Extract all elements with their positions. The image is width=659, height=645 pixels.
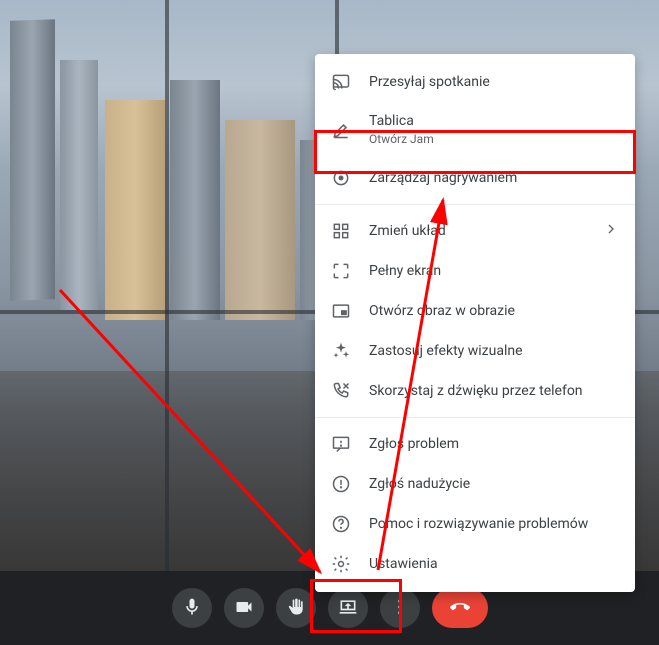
- menu-item-label: Zgłoś nadużycie: [369, 475, 619, 493]
- menu-item-label: Przesyłaj spotkanie: [369, 73, 619, 91]
- menu-item-label: Pełny ekran: [369, 262, 619, 280]
- menu-item-label: Skorzystaj z dźwięku przez telefon: [369, 382, 619, 400]
- gear-icon: [331, 554, 351, 574]
- menu-item-effects[interactable]: Zastosuj efekty wizualne: [315, 331, 635, 371]
- menu-item-layout[interactable]: Zmień układ: [315, 211, 635, 251]
- menu-item-label: Zgłoś problem: [369, 435, 619, 453]
- menu-item-recording[interactable]: Zarządzaj nagrywaniem: [315, 158, 635, 198]
- menu-item-help[interactable]: Pomoc i rozwiązywanie problemów: [315, 504, 635, 544]
- sparkle-icon: [331, 341, 351, 361]
- menu-item-sublabel: Otwórz Jam: [369, 132, 619, 148]
- pip-icon: [331, 301, 351, 321]
- menu-item-label: Otwórz obraz w obrazie: [369, 302, 619, 320]
- menu-item-label: Zarządzaj nagrywaniem: [369, 169, 619, 187]
- menu-item-label: Ustawienia: [369, 555, 619, 573]
- fullscreen-icon: [331, 261, 351, 281]
- phone-audio-icon: [331, 381, 351, 401]
- menu-item-settings[interactable]: Ustawienia: [315, 544, 635, 584]
- end-call-button[interactable]: [432, 588, 488, 628]
- layout-icon: [331, 221, 351, 241]
- menu-separator: [315, 204, 635, 205]
- alert-icon: [331, 474, 351, 494]
- more-options-button[interactable]: [380, 588, 420, 628]
- menu-item-label: Zastosuj efekty wizualne: [369, 342, 619, 360]
- end-call-icon: [450, 597, 470, 620]
- raise-hand-button[interactable]: [276, 588, 316, 628]
- feedback-icon: [331, 434, 351, 454]
- cast-icon: [331, 72, 351, 92]
- more-options-menu: Przesyłaj spotkanie Tablica Otwórz Jam Z…: [315, 54, 635, 592]
- pen-icon: [331, 120, 351, 140]
- menu-item-cast[interactable]: Przesyłaj spotkanie: [315, 62, 635, 102]
- menu-item-report-problem[interactable]: Zgłoś problem: [315, 424, 635, 464]
- menu-item-whiteboard[interactable]: Tablica Otwórz Jam: [315, 102, 635, 158]
- chevron-right-icon: [603, 221, 619, 241]
- menu-item-label: Pomoc i rozwiązywanie problemów: [369, 515, 619, 533]
- menu-item-pip[interactable]: Otwórz obraz w obrazie: [315, 291, 635, 331]
- record-icon: [331, 168, 351, 188]
- menu-item-label: Zmień układ: [369, 222, 585, 240]
- camera-icon: [234, 597, 254, 620]
- present-button[interactable]: [328, 588, 368, 628]
- menu-item-fullscreen[interactable]: Pełny ekran: [315, 251, 635, 291]
- hand-icon: [286, 597, 306, 620]
- menu-item-report-abuse[interactable]: Zgłoś nadużycie: [315, 464, 635, 504]
- present-icon: [338, 597, 358, 620]
- mic-button[interactable]: [172, 588, 212, 628]
- more-vertical-icon: [390, 597, 410, 620]
- menu-separator: [315, 417, 635, 418]
- camera-button[interactable]: [224, 588, 264, 628]
- mic-icon: [182, 597, 202, 620]
- help-icon: [331, 514, 351, 534]
- menu-item-label: Tablica: [369, 112, 619, 130]
- menu-item-phone-audio[interactable]: Skorzystaj z dźwięku przez telefon: [315, 371, 635, 411]
